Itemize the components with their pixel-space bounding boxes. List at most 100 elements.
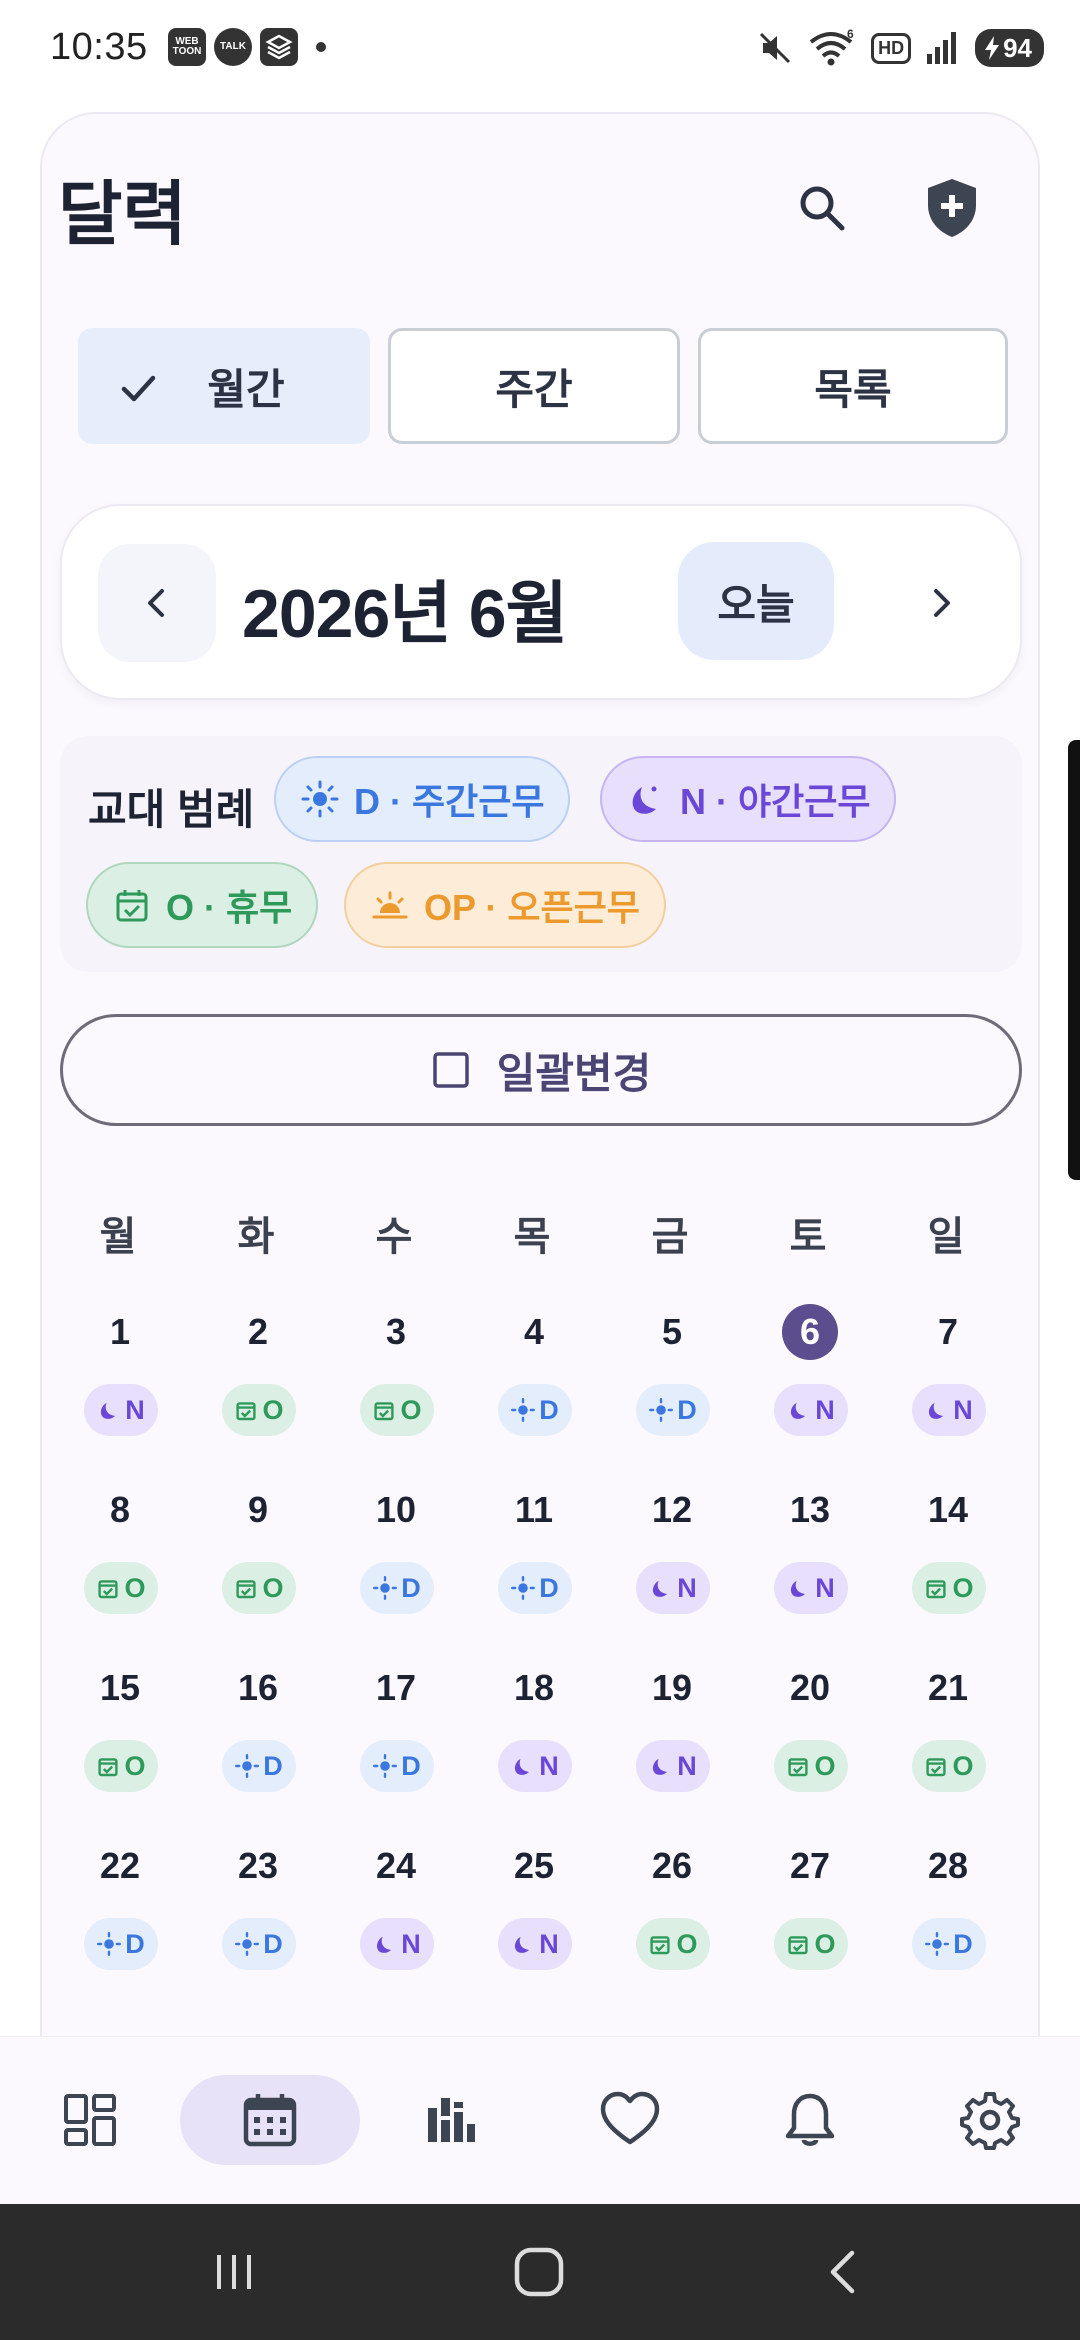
calendar-day[interactable]: 26 O [602,1838,742,2008]
sun-icon [649,1398,674,1422]
calendar-day[interactable]: 27 O [740,1838,880,2008]
calendar-day[interactable]: 20 O [740,1660,880,1830]
calendar-day[interactable]: 22 D [50,1838,190,2008]
calendar-day[interactable]: 25 N [464,1838,604,2008]
calendar-day[interactable]: 18 N [464,1660,604,1830]
weekday-sat: 토 [789,1215,827,1259]
legend-chip-day[interactable]: D · 주간근무 [274,756,571,842]
day-number: 17 [375,1667,417,1708]
bell-icon [785,2093,835,2146]
weekday-sun: 일 [927,1215,965,1259]
calendar-day[interactable]: 15 O [50,1660,190,1830]
edge-panel-handle[interactable] [1068,740,1080,1180]
chevron-right-icon [934,589,950,617]
day-number: 3 [385,1311,407,1352]
tab-weekly[interactable]: 주간 [388,328,680,444]
calendar-day[interactable]: 6N [740,1304,880,1474]
day-number: 22 [99,1845,141,1886]
calendar-day[interactable]: 3O [326,1304,466,1474]
calendar-day[interactable]: 24 N [326,1838,466,2008]
calendar-day[interactable]: 11 D [464,1482,604,1652]
recents-button[interactable] [200,2238,268,2306]
nav-calendar[interactable] [180,2075,360,2165]
app-stack-icon [260,28,298,66]
calendar-day[interactable]: 14 O [878,1482,1018,1652]
shift-badge: O [360,1384,434,1436]
tab-monthly[interactable]: 월간 [78,328,370,444]
calendar-day[interactable]: 16 D [188,1660,328,1830]
prev-month-button[interactable] [98,544,216,662]
nav-stats[interactable] [400,2075,500,2165]
calendar-day[interactable]: 1N [50,1304,190,1474]
sun-icon [97,1932,122,1956]
shift-badge: O [222,1384,296,1436]
shift-badge: D [636,1384,710,1436]
bulk-change-button[interactable]: 일괄변경 [60,1014,1022,1126]
day-number: 14 [927,1489,969,1530]
calendar-day[interactable]: 13 N [740,1482,880,1652]
shift-badge: N [360,1918,434,1970]
shift-badge: O [84,1562,158,1614]
legend-chip-off[interactable]: O · 휴무 [86,862,319,948]
bottom-navigation [0,2036,1080,2204]
shift-code: N [539,1928,559,1959]
svg-text:6: 6 [847,28,854,41]
notification-icons: WEB TOON TALK [168,28,326,66]
calendar-day[interactable]: 9O [188,1482,328,1652]
home-button[interactable] [505,2238,573,2306]
nav-favorites[interactable] [580,2075,680,2165]
day-number: 27 [789,1845,831,1886]
back-icon [830,2250,855,2294]
page-title: 달력 [58,175,187,253]
moon-icon [787,1398,811,1422]
shield-button[interactable] [912,168,992,248]
weekday-wed: 수 [375,1215,413,1259]
legend-off-label: O · 휴무 [166,887,293,928]
calendar-day[interactable]: 21 O [878,1660,1018,1830]
calendar-day[interactable]: 28 D [878,1838,1018,2008]
moon-icon [97,1398,121,1422]
moon-icon [511,1754,535,1778]
shift-badge: N [498,1740,572,1792]
legend-chip-open[interactable]: OP · 오픈근무 [344,862,666,948]
nav-settings[interactable] [940,2075,1040,2165]
shift-code: N [677,1750,697,1781]
calendar-day[interactable]: 17 D [326,1660,466,1830]
gear-icon [960,2092,1020,2150]
tab-list[interactable]: 목록 [698,328,1008,444]
calendar-day[interactable]: 2O [188,1304,328,1474]
search-button[interactable] [782,168,862,248]
day-number: 11 [514,1489,554,1530]
today-button[interactable]: 오늘 [678,542,834,660]
shift-code: O [262,1394,284,1425]
tab-monthly-label: 월간 [207,365,285,413]
webtoon-icon: WEB TOON [168,28,206,66]
day-number: 20 [789,1667,831,1708]
day-number: 2 [247,1311,269,1352]
nav-dashboard[interactable] [40,2075,140,2165]
calendar-check-icon [116,890,148,922]
chevron-left-icon [148,589,164,617]
shift-badge: N [636,1740,710,1792]
charging-icon [985,36,1000,60]
back-button[interactable] [810,2238,878,2306]
day-number: 7 [937,1311,959,1352]
next-month-button[interactable] [882,544,1000,662]
legend-chip-night[interactable]: N · 야간근무 [600,756,897,842]
calendar-day[interactable]: 4D [464,1304,604,1474]
dashboard-icon [64,2094,116,2146]
calendar-day[interactable]: 19 N [602,1660,742,1830]
calendar-day[interactable]: 8O [50,1482,190,1652]
calendar-check-icon [96,1754,120,1778]
day-number: 21 [927,1667,969,1708]
calendar-day[interactable]: 23 D [188,1838,328,2008]
calendar-day[interactable]: 12 N [602,1482,742,1652]
calendar-day[interactable]: 7N [878,1304,1018,1474]
shift-code: O [814,1750,836,1781]
legend-open-label: OP · 오픈근무 [424,887,640,928]
moon-icon [511,1932,535,1956]
nav-notifications[interactable] [760,2075,860,2165]
calendar-day[interactable]: 5D [602,1304,742,1474]
calendar-day[interactable]: 10 D [326,1482,466,1652]
shift-badge: N [84,1384,158,1436]
